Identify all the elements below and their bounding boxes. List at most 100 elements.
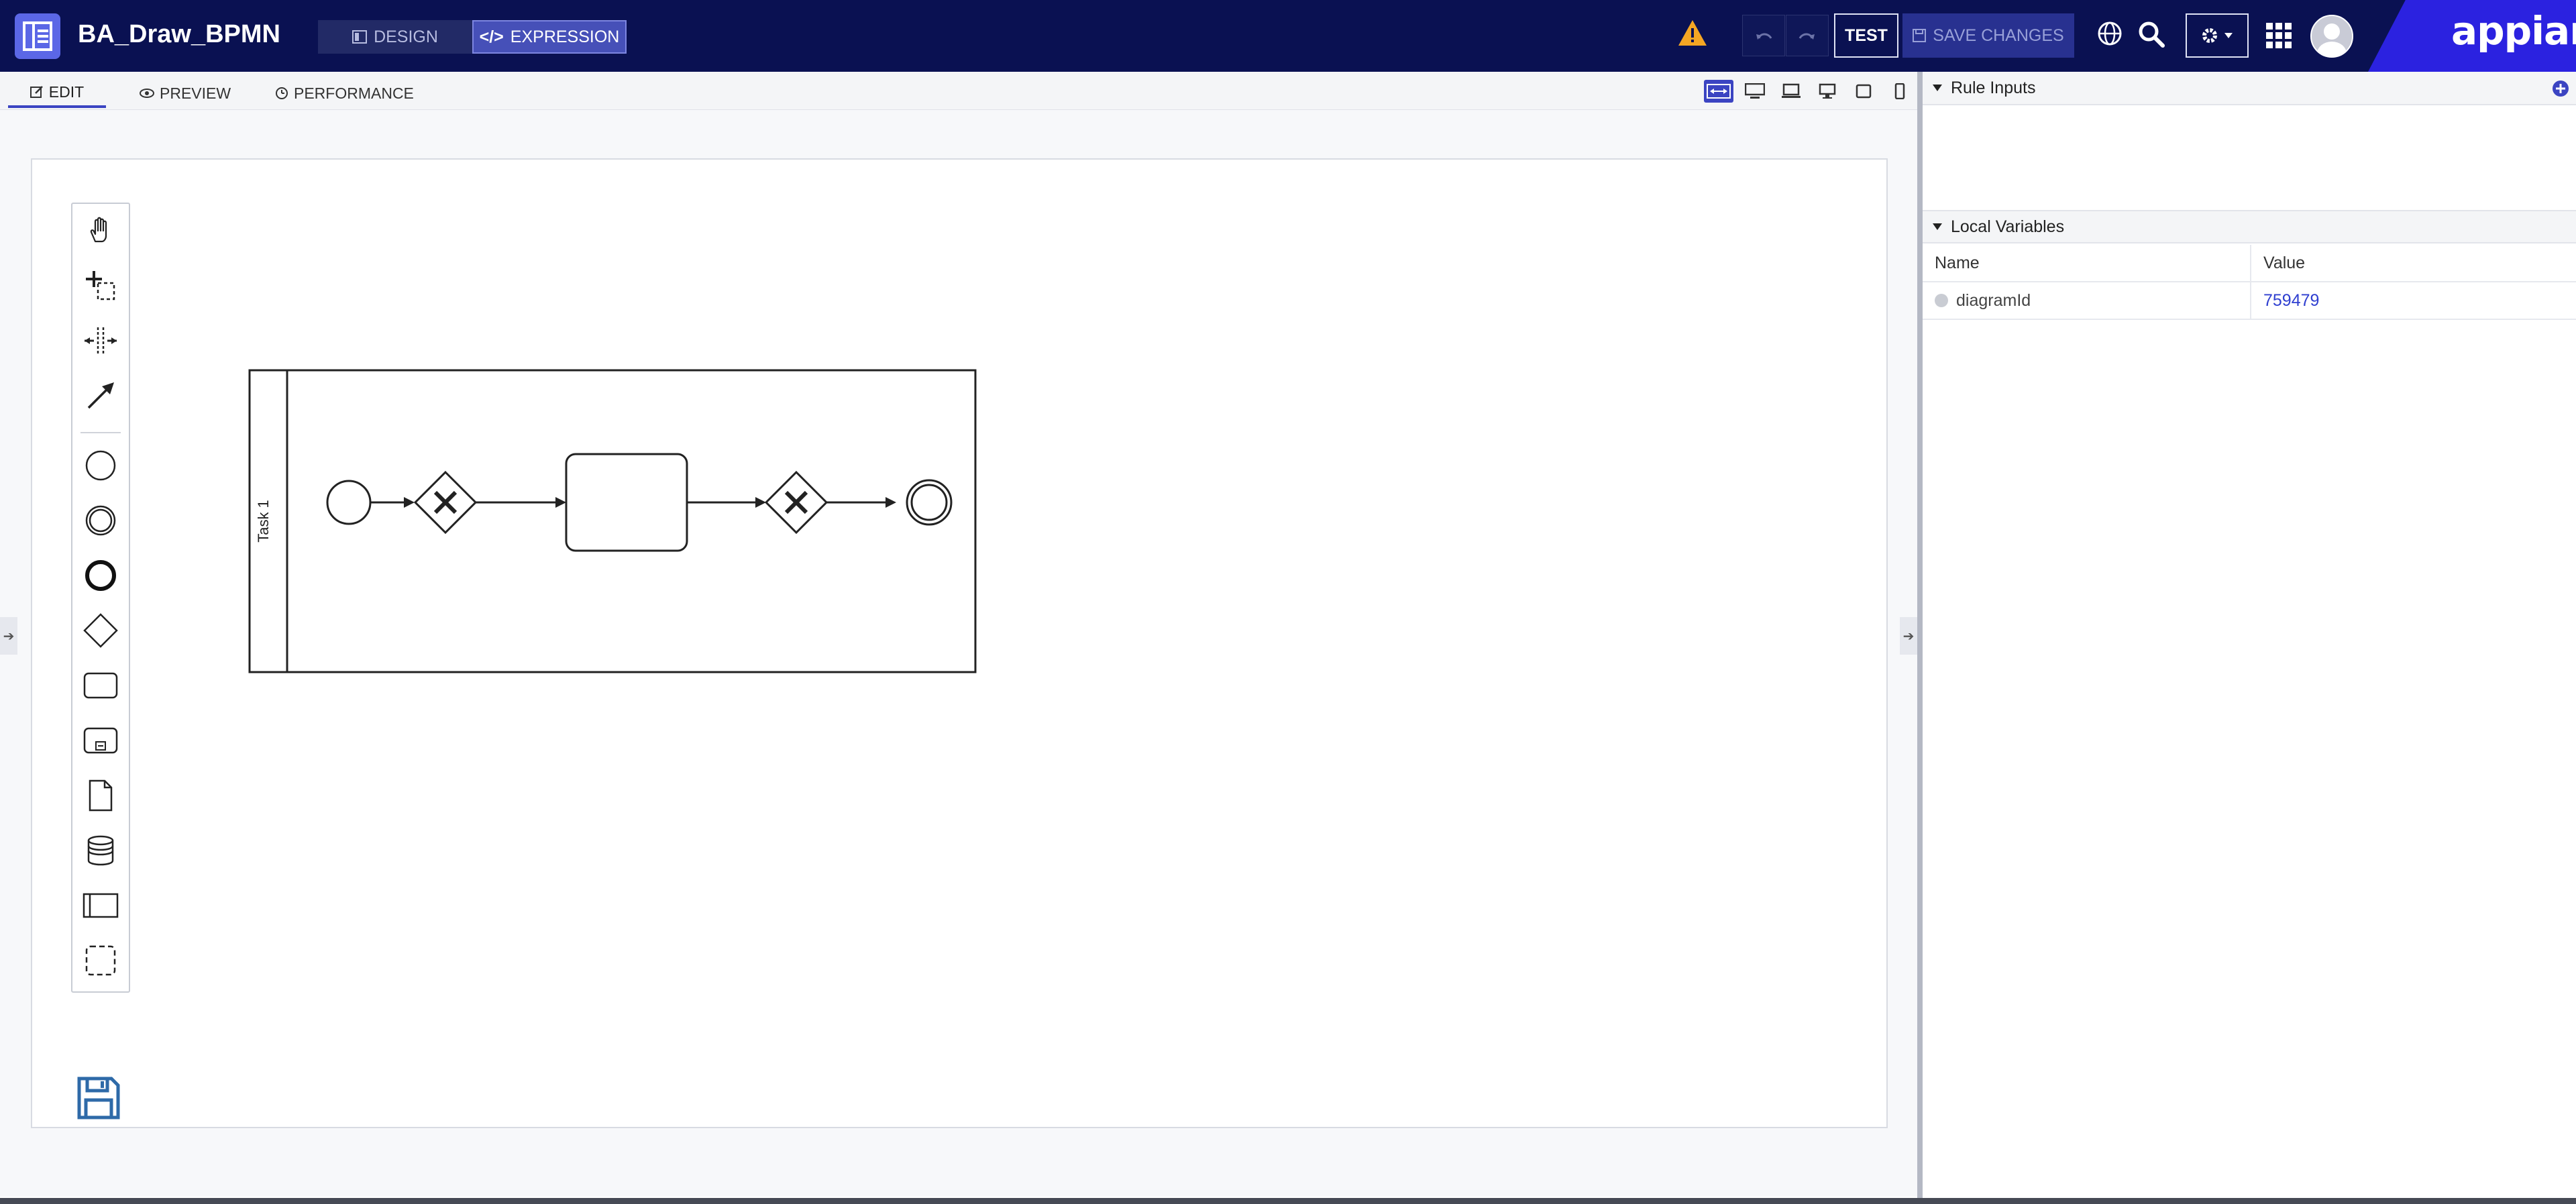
palette-start-event[interactable]: [72, 445, 129, 486]
search-icon[interactable]: [2137, 20, 2165, 48]
design-mode-label: DESIGN: [374, 27, 438, 46]
exclusive-gateway-join[interactable]: [764, 470, 828, 535]
left-panel-collapse-toggle[interactable]: ➔: [0, 617, 17, 655]
object-title: BA_Draw_BPMN: [78, 20, 280, 48]
edit-icon: [30, 86, 43, 98]
exclusive-gateway-split[interactable]: [413, 470, 478, 535]
design-mode-button[interactable]: DESIGN: [318, 20, 472, 54]
design-mode-icon: [352, 30, 368, 44]
test-button[interactable]: TEST: [1834, 13, 1898, 58]
redo-button[interactable]: [1786, 15, 1829, 56]
tab-preview[interactable]: PREVIEW: [140, 78, 231, 108]
palette-data-object[interactable]: [72, 775, 129, 816]
variable-value-link[interactable]: 759479: [2263, 291, 2319, 311]
variable-name: diagramId: [1956, 290, 2031, 310]
space-tool-icon: [85, 327, 117, 354]
local-variables-header[interactable]: Local Variables: [1923, 210, 2576, 243]
lane-label: Task 1: [255, 500, 272, 543]
warning-icon[interactable]: [1677, 19, 1708, 47]
redo-icon: [1799, 33, 1815, 40]
palette-connect-tool[interactable]: [72, 376, 129, 416]
panel-splitter[interactable]: [1917, 72, 1923, 1199]
tab-edit[interactable]: EDIT: [8, 78, 106, 108]
data-object-icon: [89, 779, 113, 812]
undo-icon: [1756, 33, 1772, 40]
palette-gateway[interactable]: [72, 610, 129, 651]
flow-arrowhead: [755, 497, 766, 508]
eye-icon: [140, 89, 154, 98]
palette-intermediate-event[interactable]: [72, 500, 129, 541]
tablet-view-button[interactable]: [1849, 80, 1878, 103]
mode-toggle: DESIGN </> EXPRESSION: [318, 20, 627, 54]
palette-hand-tool[interactable]: [72, 211, 129, 251]
tab-edit-label: EDIT: [48, 83, 85, 101]
rule-inputs-title: Rule Inputs: [1951, 78, 2036, 97]
globe-icon[interactable]: [2096, 20, 2123, 47]
variable-value-cell: 759479: [2251, 282, 2576, 319]
save-icon: [1913, 29, 1927, 42]
bottom-strip: [0, 1198, 2576, 1204]
caret-down-icon: [1933, 85, 1942, 91]
save-diagram-icon[interactable]: [76, 1076, 121, 1120]
phone-icon: [1894, 83, 1905, 99]
save-changes-button[interactable]: SAVE CHANGES: [1902, 13, 2074, 58]
palette-pool[interactable]: [72, 885, 129, 926]
appian-logo: appian: [2451, 8, 2576, 54]
user-avatar[interactable]: [2310, 15, 2353, 58]
arrow-right-icon: ➔: [1902, 628, 1915, 644]
lasso-icon: [86, 271, 115, 300]
palette-divider: [80, 432, 121, 433]
tablet-icon: [1856, 84, 1872, 99]
right-panel-collapse-toggle[interactable]: ➔: [1900, 617, 1917, 655]
subprocess-icon: [83, 727, 118, 754]
palette-subprocess[interactable]: [72, 720, 129, 761]
top-bar: BA_Draw_BPMN DESIGN </> EXPRESSION TEST …: [0, 0, 2576, 72]
start-event[interactable]: [326, 480, 372, 525]
local-variables-title: Local Variables: [1951, 217, 2065, 236]
intermediate-event-icon: [85, 505, 116, 536]
rule-inputs-header[interactable]: Rule Inputs: [1923, 72, 2576, 105]
caret-down-icon: [2224, 33, 2233, 38]
undo-button[interactable]: [1742, 15, 1785, 56]
local-variables-table: Name Value diagramId 759479: [1923, 245, 2576, 320]
palette-lasso-tool[interactable]: [72, 266, 129, 306]
tab-preview-label: PREVIEW: [160, 84, 231, 102]
flow-arrowhead: [404, 497, 415, 508]
palette-group[interactable]: [72, 940, 129, 981]
expression-mode-button[interactable]: </> EXPRESSION: [472, 20, 627, 54]
desktop-icon: [1745, 83, 1765, 99]
tab-performance[interactable]: PERFORMANCE: [275, 78, 414, 108]
monitor-view-button[interactable]: [1813, 80, 1842, 103]
palette-end-event[interactable]: [72, 555, 129, 596]
expression-mode-label: EXPRESSION: [510, 27, 620, 46]
gateway-icon: [83, 613, 118, 648]
phone-view-button[interactable]: [1885, 80, 1915, 103]
editor-tab-bar: EDIT PREVIEW PERFORMANCE: [0, 72, 1917, 110]
group-icon: [85, 945, 116, 976]
tab-performance-label: PERFORMANCE: [294, 84, 414, 102]
end-event[interactable]: [906, 479, 953, 526]
fit-width-icon: [1707, 84, 1731, 99]
column-header-value: Value: [2263, 253, 2306, 272]
palette-data-store[interactable]: [72, 830, 129, 871]
fit-width-view-button[interactable]: [1704, 80, 1733, 103]
task[interactable]: [565, 453, 688, 552]
caret-down-icon: [1933, 223, 1942, 230]
laptop-icon: [1782, 83, 1801, 98]
table-row[interactable]: diagramId 759479: [1923, 282, 2576, 320]
laptop-view-button[interactable]: [1776, 80, 1806, 103]
expression-side-panel: Rule Inputs Local Variables Name Value d…: [1923, 72, 2576, 1199]
settings-menu-button[interactable]: [2186, 13, 2249, 58]
desktop-view-button[interactable]: [1740, 80, 1770, 103]
device-view-toggles: [1704, 80, 1915, 103]
palette-space-tool[interactable]: [72, 321, 129, 361]
task-icon: [83, 672, 118, 699]
code-icon: </>: [479, 27, 504, 46]
app-launcher-icon[interactable]: [2266, 23, 2292, 48]
variable-status-dot: [1935, 294, 1948, 307]
palette-task[interactable]: [72, 665, 129, 706]
add-rule-input-icon[interactable]: [2552, 80, 2569, 97]
flow-arrowhead: [555, 497, 566, 508]
gear-icon: [2202, 28, 2217, 43]
column-header-name: Name: [1923, 245, 2251, 281]
